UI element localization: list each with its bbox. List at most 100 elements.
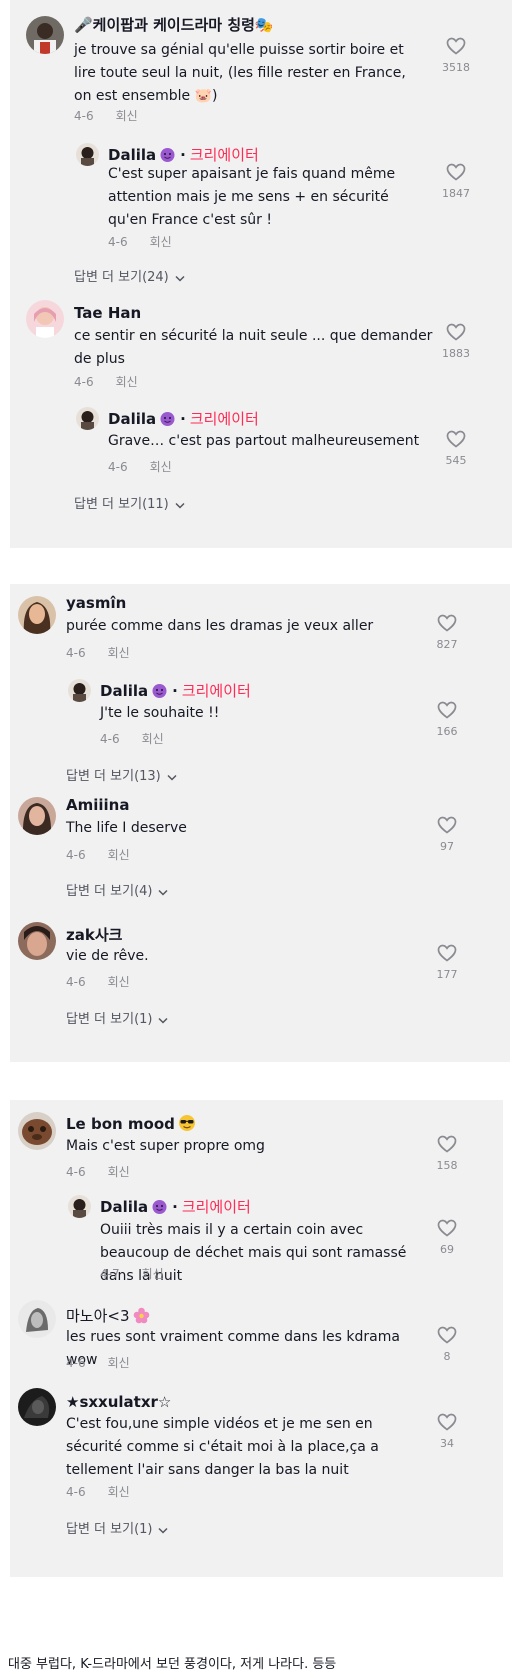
like-count: 1847 — [442, 187, 470, 200]
reply-meta: 4-6 회신 — [108, 458, 172, 475]
reply-button[interactable]: 회신 — [116, 109, 138, 123]
avatar[interactable] — [18, 922, 56, 960]
like-count: 34 — [440, 1437, 454, 1450]
reply-text: C'est super apaisant je fais quand même … — [108, 166, 396, 228]
like-button[interactable]: 1883 — [437, 323, 475, 360]
reply-meta: 4-6 회신 — [108, 233, 172, 250]
like-count: 827 — [436, 638, 458, 651]
comment-date: 4-6 — [66, 1356, 86, 1370]
like-button[interactable]: 8 — [428, 1326, 466, 1363]
like-count: 97 — [440, 840, 454, 853]
pink-flower-emoji — [133, 1307, 150, 1328]
reply-date: 4-6 — [100, 732, 120, 746]
like-button[interactable]: 166 — [428, 701, 466, 738]
heart-outline-icon — [437, 1135, 457, 1153]
reply-button[interactable]: 회신 — [108, 1356, 130, 1370]
like-count: 166 — [436, 725, 458, 738]
comment-username[interactable]: ★sxxulatxr☆ — [66, 1393, 171, 1411]
reply-button[interactable]: 회신 — [108, 975, 130, 989]
like-button[interactable]: 158 — [428, 1135, 466, 1172]
view-more-replies[interactable]: 답변 더 보기(24) — [74, 266, 185, 285]
comment-username[interactable]: yasmîn — [66, 594, 126, 612]
reply-text: J'te le souhaite !! — [100, 705, 220, 721]
avatar[interactable] — [18, 1300, 56, 1338]
heart-outline-icon — [437, 1326, 457, 1344]
reply-meta: 4-6 회신 — [100, 730, 164, 747]
heart-outline-icon — [437, 1413, 457, 1431]
like-button[interactable]: 69 — [428, 1219, 466, 1256]
creator-avatar[interactable] — [68, 679, 91, 702]
reply-button[interactable]: 회신 — [108, 1485, 130, 1499]
heart-outline-icon — [437, 701, 457, 719]
comment-meta: 4-6 회신 — [66, 1163, 130, 1180]
creator-badge: 크리에이터 — [181, 682, 251, 700]
creator-avatar[interactable] — [76, 143, 99, 166]
creator-avatar[interactable] — [76, 407, 99, 430]
view-more-replies[interactable]: 답변 더 보기(1) — [66, 1518, 169, 1537]
chevron-down-icon — [175, 275, 185, 282]
view-more-replies[interactable]: 답변 더 보기(11) — [74, 493, 185, 512]
comment-date: 4-6 — [66, 646, 86, 660]
reply-username[interactable]: Dalila · 크리에이터 — [108, 408, 259, 431]
comment-text: ce sentir en sécurité la nuit seule ... … — [74, 328, 433, 367]
chevron-down-icon — [158, 1017, 169, 1024]
chevron-down-icon — [167, 774, 177, 781]
like-button[interactable]: 177 — [428, 944, 466, 981]
heart-outline-icon — [437, 944, 457, 962]
comment-meta: 4-6 회신 — [74, 373, 138, 390]
comment-text: Mais c'est super propre omg — [66, 1138, 265, 1154]
comment-username[interactable]: Amiiina — [66, 796, 129, 814]
view-more-replies[interactable]: 답변 더 보기(4) — [66, 880, 169, 899]
reply-date: 4-6 — [108, 460, 128, 474]
avatar[interactable] — [26, 16, 64, 54]
reply-username[interactable]: Dalila · 크리에이터 — [100, 680, 251, 703]
heart-outline-icon — [446, 430, 466, 448]
comment-username[interactable]: zak사크 — [66, 924, 122, 945]
view-more-replies[interactable]: 답변 더 보기(13) — [66, 765, 177, 784]
like-button[interactable]: 1847 — [437, 163, 475, 200]
reply-button[interactable]: 회신 — [108, 1165, 130, 1179]
like-count: 545 — [445, 454, 467, 467]
like-button[interactable]: 34 — [428, 1413, 466, 1450]
reply-button[interactable]: 회신 — [142, 732, 164, 746]
avatar[interactable] — [26, 300, 64, 338]
comment-text: The life I deserve — [66, 820, 187, 836]
reply-username[interactable]: Dalila · 크리에이터 — [100, 1196, 251, 1219]
comment-text: purée comme dans les dramas je veux alle… — [66, 618, 374, 634]
creator-avatar[interactable] — [68, 1195, 91, 1218]
creator-badge: 크리에이터 — [189, 146, 259, 164]
view-more-replies[interactable]: 답변 더 보기(1) — [66, 1008, 169, 1027]
avatar[interactable] — [18, 596, 56, 634]
comment-username[interactable]: Tae Han — [74, 304, 141, 322]
like-button[interactable]: 3518 — [437, 37, 475, 74]
reply-button[interactable]: 회신 — [150, 460, 172, 474]
purple-devil-emoji — [159, 410, 176, 431]
like-button[interactable]: 827 — [428, 614, 466, 651]
like-button[interactable]: 97 — [428, 816, 466, 853]
reply-button[interactable]: 회신 — [142, 1267, 164, 1281]
comment-date: 4-6 — [66, 1165, 86, 1179]
avatar[interactable] — [18, 1388, 56, 1426]
post-caption: 대중 부럽다, K-드라마에서 보던 풍경이다, 저게 나라다. 등등 — [8, 1657, 337, 1671]
comment-date: 4-6 — [74, 109, 94, 123]
comment-panel: 🎤케이팝과 케이드라마 칭령🎭 je trouve sa génial qu'e… — [10, 0, 512, 548]
purple-devil-emoji — [151, 1198, 168, 1219]
comment-date: 4-6 — [66, 848, 86, 862]
avatar[interactable] — [18, 797, 56, 835]
like-count: 3518 — [442, 61, 470, 74]
comment-date: 4-6 — [74, 375, 94, 389]
chevron-down-icon — [158, 1527, 169, 1534]
comment-username[interactable]: 🎤케이팝과 케이드라마 칭령🎭 — [74, 14, 274, 35]
comment-username[interactable]: 마노아<3 — [66, 1305, 150, 1328]
heart-outline-icon — [437, 1219, 457, 1237]
reply-button[interactable]: 회신 — [116, 375, 138, 389]
reply-button[interactable]: 회신 — [108, 646, 130, 660]
like-button[interactable]: 545 — [437, 430, 475, 467]
avatar[interactable] — [18, 1112, 56, 1150]
heart-outline-icon — [446, 163, 466, 181]
comment-text: vie de rêve. — [66, 948, 149, 964]
reply-button[interactable]: 회신 — [108, 848, 130, 862]
comment-username[interactable]: Le bon mood — [66, 1114, 196, 1136]
reply-button[interactable]: 회신 — [150, 235, 172, 249]
like-count: 158 — [436, 1159, 458, 1172]
